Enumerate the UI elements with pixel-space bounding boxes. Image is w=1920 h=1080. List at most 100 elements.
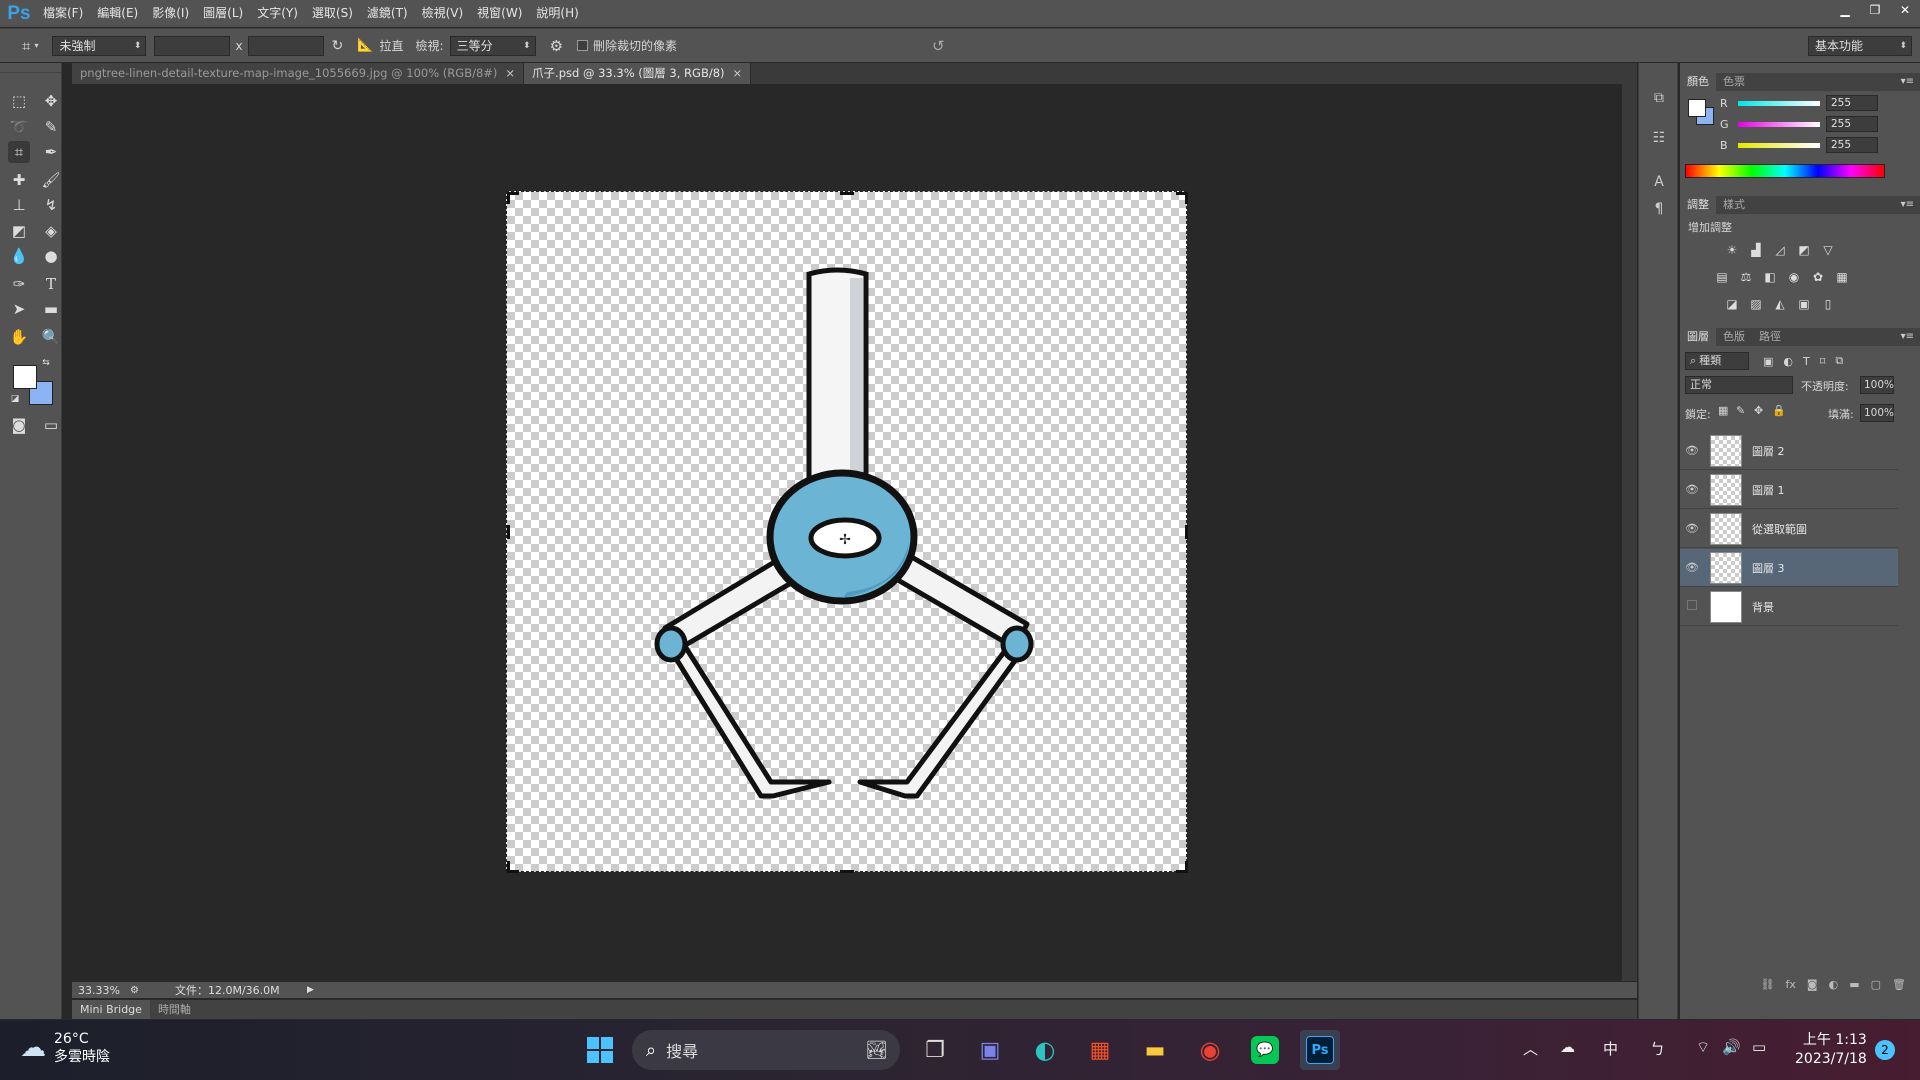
link-layers-icon[interactable]: ⛓ xyxy=(1761,978,1775,996)
visibility-toggle-empty[interactable] xyxy=(1680,600,1704,613)
channel-r-slider[interactable] xyxy=(1738,100,1820,106)
levels-icon[interactable]: ▟ xyxy=(1747,242,1765,258)
tab-mini-bridge[interactable]: Mini Bridge xyxy=(72,1000,150,1019)
layer-name[interactable]: 圖層 3 xyxy=(1752,560,1785,576)
straighten-icon[interactable]: 📐 xyxy=(357,38,373,53)
filter-smart-icon[interactable]: ⧉ xyxy=(1835,354,1843,368)
crop-tool-preset-icon[interactable]: ⌗ xyxy=(22,37,30,55)
proof-icon[interactable]: ⚙ xyxy=(130,985,139,996)
delete-cropped-checkbox[interactable] xyxy=(577,40,589,51)
channel-b-value[interactable]: 255 xyxy=(1826,137,1878,153)
layer-name[interactable]: 圖層 2 xyxy=(1752,443,1785,459)
ratio-select[interactable]: 未強制 xyxy=(52,35,147,56)
chevron-down-icon[interactable]: ▾ xyxy=(34,41,38,50)
menu-window[interactable]: 視窗(W) xyxy=(470,0,529,27)
tab-layers[interactable]: 圖層 xyxy=(1680,328,1716,346)
history-panel-icon[interactable]: ⧉ xyxy=(1647,87,1671,109)
opacity-value[interactable]: 100% xyxy=(1860,376,1894,394)
panel-menu-icon[interactable]: ▾≡ xyxy=(1901,73,1914,91)
lock-brush-icon[interactable]: ✎ xyxy=(1736,404,1745,417)
chrome-icon[interactable]: ◉ xyxy=(1190,1030,1230,1070)
posterize-icon[interactable]: ▨ xyxy=(1747,296,1765,312)
layer-row[interactable]: 👁 圖層 2 xyxy=(1680,432,1898,470)
line-app-icon[interactable]: 💬 xyxy=(1245,1030,1285,1070)
channel-b-slider[interactable] xyxy=(1738,142,1820,148)
file-explorer-icon[interactable]: ▬ xyxy=(1135,1030,1175,1070)
screen-mode-icon[interactable]: ▭ xyxy=(40,414,62,436)
layer-name[interactable]: 從選取範圍 xyxy=(1752,521,1807,537)
tab-document-linen[interactable]: pngtree-linen-detail-texture-map-image_1… xyxy=(72,63,525,84)
default-colors-icon[interactable]: ◪ xyxy=(9,393,21,405)
restore-icon[interactable]: ❐ xyxy=(1860,0,1890,20)
invert-icon[interactable]: ◪ xyxy=(1723,296,1741,312)
filter-shape-icon[interactable]: ⌑ xyxy=(1820,355,1826,368)
tab-close-icon[interactable]: × xyxy=(733,66,743,80)
vertical-scrollbar[interactable] xyxy=(1622,84,1637,981)
layer-row[interactable]: 👁 圖層 1 xyxy=(1680,471,1898,509)
history-brush-tool-icon[interactable]: ↯ xyxy=(40,194,62,216)
canvas[interactable]: ✢ xyxy=(506,191,1188,873)
new-adjustment-icon[interactable]: ◐ xyxy=(1829,978,1839,996)
tab-channels[interactable]: 色版 xyxy=(1716,328,1752,346)
new-group-icon[interactable]: ▬ xyxy=(1849,978,1859,996)
channel-r-value[interactable]: 255 xyxy=(1826,95,1878,111)
tab-swatches[interactable]: 色票 xyxy=(1716,73,1752,91)
tray-overflow-icon[interactable]: ︿ xyxy=(1523,1038,1538,1059)
layer-filter-select[interactable]: ⌕ 種類 xyxy=(1685,352,1749,370)
quick-mask-icon[interactable]: ◙ xyxy=(8,414,30,436)
eraser-tool-icon[interactable]: ◩ xyxy=(8,220,30,242)
visibility-eye-icon[interactable]: 👁 xyxy=(1680,444,1704,457)
lock-transparent-icon[interactable]: ▦ xyxy=(1718,404,1728,417)
color-lookup-icon[interactable]: ▦ xyxy=(1833,269,1851,285)
add-mask-icon[interactable]: ◙ xyxy=(1807,978,1818,996)
new-layer-icon[interactable]: ▢ xyxy=(1871,978,1881,996)
tab-timeline[interactable]: 時間軸 xyxy=(150,1000,199,1019)
color-spectrum-bar[interactable] xyxy=(1685,164,1885,178)
exposure-icon[interactable]: ◩ xyxy=(1795,242,1813,258)
status-menu-arrow-icon[interactable]: ▶ xyxy=(307,985,314,995)
tab-paths[interactable]: 路徑 xyxy=(1752,328,1788,346)
straighten-label[interactable]: 拉直 xyxy=(380,37,404,54)
lasso-tool-icon[interactable]: ➰ xyxy=(8,116,30,138)
photoshop-taskbar-icon[interactable]: Ps xyxy=(1300,1030,1340,1070)
reset-icon[interactable]: ↺ xyxy=(932,37,945,55)
visibility-eye-icon[interactable]: 👁 xyxy=(1680,561,1704,574)
visibility-eye-icon[interactable]: 👁 xyxy=(1680,483,1704,496)
height-field[interactable] xyxy=(247,35,324,56)
chat-icon[interactable]: ▣ xyxy=(970,1030,1010,1070)
channel-g-value[interactable]: 255 xyxy=(1826,116,1878,132)
pen-tool-icon[interactable]: ✑ xyxy=(8,273,30,295)
hue-sat-icon[interactable]: ▤ xyxy=(1713,269,1731,285)
task-view-icon[interactable]: ❐ xyxy=(915,1030,955,1070)
lock-all-icon[interactable]: 🔒 xyxy=(1772,404,1786,417)
tab-adjustments[interactable]: 調整 xyxy=(1680,196,1716,214)
view-select[interactable]: 三等分 xyxy=(449,35,536,56)
layer-row[interactable]: 👁 從選取範圍 xyxy=(1680,510,1898,548)
swap-colors-icon[interactable]: ⇆ xyxy=(40,357,52,369)
swap-icon[interactable]: ↻ xyxy=(332,38,344,54)
gradient-map-icon[interactable]: ▯ xyxy=(1819,296,1837,312)
paragraph-panel-icon[interactable]: ¶ xyxy=(1647,198,1671,220)
edge-browser-icon[interactable]: ◐ xyxy=(1025,1030,1065,1070)
visibility-eye-icon[interactable]: 👁 xyxy=(1680,522,1704,535)
weather-widget[interactable]: ☁ 26°C 多雲時陰 xyxy=(20,1030,110,1066)
blur-tool-icon[interactable]: 💧 xyxy=(8,245,30,267)
move-tool-icon[interactable]: ✥ xyxy=(40,90,62,112)
menu-edit[interactable]: 編輯(E) xyxy=(90,0,145,27)
menu-type[interactable]: 文字(Y) xyxy=(250,0,305,27)
zoom-tool-icon[interactable]: 🔍 xyxy=(40,326,62,348)
workspace-select[interactable]: 基本功能 xyxy=(1808,35,1912,56)
hand-tool-icon[interactable]: ✋ xyxy=(8,326,30,348)
volume-icon[interactable]: 🔊 xyxy=(1722,1038,1741,1056)
brightness-icon[interactable]: ☀ xyxy=(1723,242,1741,258)
character-panel-icon[interactable]: A xyxy=(1647,171,1671,193)
blend-mode-select[interactable]: 正常 xyxy=(1685,376,1793,394)
fill-value[interactable]: 100% xyxy=(1860,404,1894,422)
onedrive-icon[interactable]: ☁ xyxy=(1560,1038,1575,1056)
menu-layer[interactable]: 圖層(L) xyxy=(196,0,250,27)
zoom-level[interactable]: 33.33% xyxy=(78,984,124,997)
color-fg-swatch[interactable] xyxy=(1688,99,1706,117)
filter-type-icon[interactable]: T xyxy=(1803,355,1810,368)
threshold-icon[interactable]: ◭ xyxy=(1771,296,1789,312)
minimize-icon[interactable]: ▁ xyxy=(1830,0,1860,20)
